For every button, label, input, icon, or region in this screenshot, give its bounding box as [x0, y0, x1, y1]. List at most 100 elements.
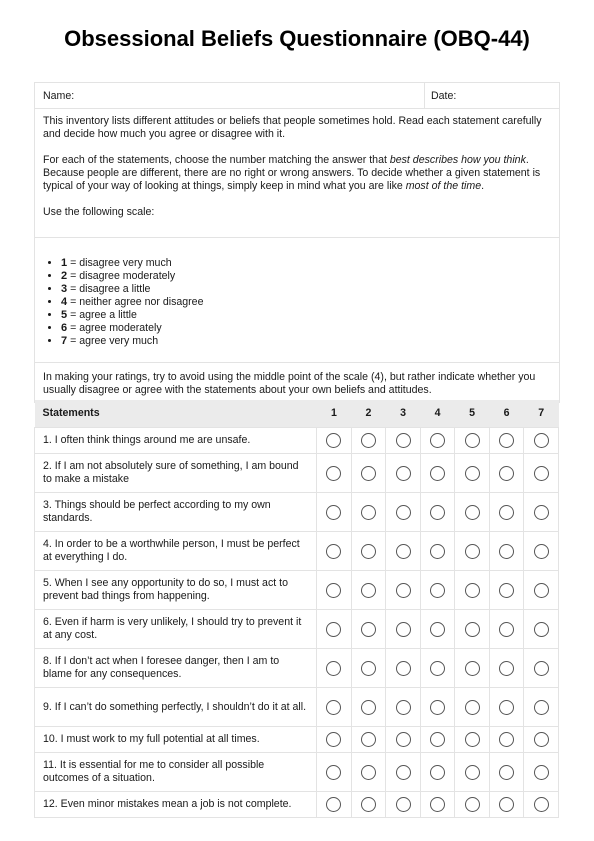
rating-radio-3[interactable] [395, 797, 411, 812]
rating-radio-2[interactable] [361, 543, 376, 559]
rating-radio-2[interactable] [361, 582, 376, 598]
scale-item: 6 = agree moderately [61, 322, 551, 335]
rating-radio-7[interactable] [533, 764, 549, 780]
rating-radio-2[interactable] [361, 732, 376, 747]
rating-radio-1[interactable] [326, 621, 342, 637]
rating-radio-3[interactable] [395, 465, 411, 481]
rating-radio-2[interactable] [361, 465, 376, 481]
rating-radio-4[interactable] [430, 797, 446, 812]
name-field[interactable]: Name: [35, 83, 425, 108]
rating-cell [488, 453, 525, 493]
rating-radio-2[interactable] [361, 433, 376, 448]
rating-radio-4[interactable] [430, 732, 446, 747]
rating-radio-3[interactable] [395, 764, 411, 780]
rating-radio-1[interactable] [326, 504, 342, 520]
rating-cell [488, 427, 525, 454]
rating-radio-5[interactable] [464, 504, 480, 520]
rating-cell [523, 752, 559, 792]
rating-radio-7[interactable] [533, 732, 549, 747]
rating-radio-4[interactable] [430, 764, 446, 780]
rating-radio-3[interactable] [395, 433, 411, 448]
rating-radio-7[interactable] [533, 797, 549, 812]
rating-radio-7[interactable] [533, 433, 549, 448]
rating-radio-4[interactable] [430, 621, 446, 637]
rating-radio-5[interactable] [464, 764, 480, 780]
rating-radio-5[interactable] [464, 433, 480, 448]
rating-radio-4[interactable] [430, 660, 446, 676]
rating-radio-7[interactable] [533, 699, 549, 715]
column-header-5: 5 [454, 400, 490, 428]
statement-text: 10. I must work to my full potential at … [33, 726, 318, 753]
rating-radio-6[interactable] [499, 504, 515, 520]
rating-radio-5[interactable] [464, 732, 480, 747]
rating-radio-6[interactable] [499, 543, 515, 559]
rating-radio-1[interactable] [326, 543, 342, 559]
table-row: 12. Even minor mistakes mean a job is no… [33, 791, 559, 818]
rating-radio-3[interactable] [395, 660, 411, 676]
rating-radio-1[interactable] [326, 699, 342, 715]
rating-radio-4[interactable] [430, 543, 446, 559]
rating-cell [316, 427, 352, 454]
rating-radio-4[interactable] [430, 699, 446, 715]
rating-radio-6[interactable] [499, 764, 515, 780]
rating-radio-5[interactable] [464, 582, 480, 598]
rating-radio-2[interactable] [361, 660, 376, 676]
rating-radio-7[interactable] [533, 465, 549, 481]
rating-radio-1[interactable] [326, 764, 342, 780]
rating-radio-2[interactable] [361, 504, 376, 520]
rating-radio-7[interactable] [533, 621, 549, 637]
rating-radio-2[interactable] [361, 699, 376, 715]
rating-radio-6[interactable] [499, 582, 515, 598]
rating-radio-5[interactable] [464, 660, 480, 676]
rating-radio-3[interactable] [395, 732, 411, 747]
rating-radio-3[interactable] [395, 621, 411, 637]
rating-radio-6[interactable] [499, 732, 515, 747]
rating-radio-7[interactable] [533, 504, 549, 520]
rating-radio-6[interactable] [499, 621, 515, 637]
rating-radio-2[interactable] [361, 621, 376, 637]
table-row: 3. Things should be perfect according to… [33, 492, 559, 532]
rating-radio-3[interactable] [395, 582, 411, 598]
rating-radio-1[interactable] [326, 797, 342, 812]
rating-radio-1[interactable] [326, 433, 342, 448]
rating-radio-6[interactable] [499, 699, 515, 715]
rating-radio-5[interactable] [464, 543, 480, 559]
rating-cell [523, 726, 559, 753]
rating-radio-2[interactable] [361, 764, 376, 780]
scale-item: 3 = disagree a little [61, 283, 551, 296]
text: . [481, 180, 485, 192]
rating-radio-3[interactable] [395, 699, 411, 715]
scale-item: 1 = disagree very much [61, 257, 551, 270]
rating-cell [350, 726, 387, 753]
rating-radio-4[interactable] [430, 504, 446, 520]
rating-radio-1[interactable] [326, 465, 342, 481]
rating-radio-7[interactable] [533, 582, 549, 598]
rating-radio-1[interactable] [326, 582, 342, 598]
rating-radio-5[interactable] [464, 797, 480, 812]
rating-cell [350, 791, 387, 818]
rating-radio-6[interactable] [499, 433, 515, 448]
rating-radio-6[interactable] [499, 465, 515, 481]
instructions-text: This inventory lists different attitudes… [35, 109, 559, 238]
rating-radio-6[interactable] [499, 797, 515, 812]
rating-radio-4[interactable] [430, 582, 446, 598]
column-header-7: 7 [523, 400, 559, 428]
rating-radio-3[interactable] [395, 543, 411, 559]
rating-radio-3[interactable] [395, 504, 411, 520]
rating-radio-4[interactable] [430, 433, 446, 448]
rating-radio-7[interactable] [533, 543, 549, 559]
rating-radio-5[interactable] [464, 621, 480, 637]
rating-radio-4[interactable] [430, 465, 446, 481]
rating-cell [488, 609, 525, 649]
date-field[interactable]: Date: [425, 83, 559, 108]
rating-cell [385, 492, 421, 532]
rating-radio-1[interactable] [326, 660, 342, 676]
rating-radio-6[interactable] [499, 660, 515, 676]
rating-radio-5[interactable] [464, 465, 480, 481]
rating-radio-2[interactable] [361, 797, 376, 812]
rating-cell [454, 726, 490, 753]
rating-radio-5[interactable] [464, 699, 480, 715]
rating-cell [419, 453, 456, 493]
rating-radio-1[interactable] [326, 732, 342, 747]
rating-radio-7[interactable] [533, 660, 549, 676]
